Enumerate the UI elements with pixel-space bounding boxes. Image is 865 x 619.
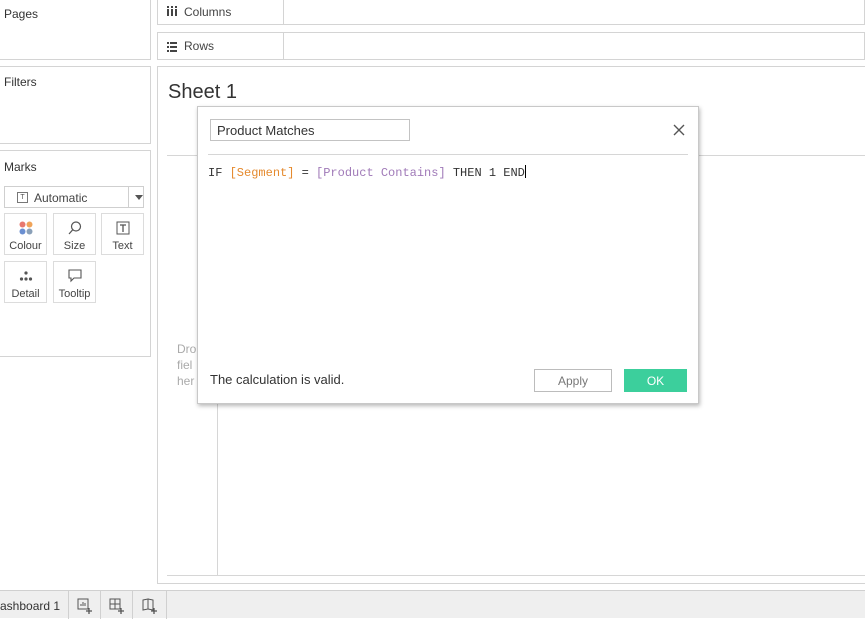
mark-type-label: Automatic xyxy=(34,191,88,205)
calculation-name-input[interactable] xyxy=(210,119,410,141)
rows-divider xyxy=(283,33,284,59)
text-button[interactable]: Text xyxy=(101,213,144,255)
text-box-icon xyxy=(102,220,143,236)
colour-dots-icon xyxy=(5,220,46,236)
formula-then-end: THEN 1 END xyxy=(452,166,525,180)
tab-dashboard[interactable]: ashboard 1 xyxy=(0,591,69,619)
apply-button[interactable]: Apply xyxy=(534,369,612,392)
colour-label: Colour xyxy=(9,240,42,252)
tooltip-label: Tooltip xyxy=(58,288,91,300)
text-cursor xyxy=(524,165,526,178)
formula-editor[interactable]: IF [Segment] = [Product Contains] THEN 1… xyxy=(208,165,688,335)
detail-label: Detail xyxy=(11,288,40,300)
close-icon[interactable] xyxy=(671,122,687,138)
filters-panel[interactable]: Filters xyxy=(0,66,151,144)
pages-title: Pages xyxy=(4,7,39,21)
new-dashboard-button[interactable] xyxy=(100,591,133,619)
detail-dots-icon xyxy=(5,268,46,284)
sheet-tab-bar: ashboard 1 xyxy=(0,590,865,619)
formula-field-segment: [Segment] xyxy=(229,166,295,180)
bottom-divider xyxy=(167,575,865,576)
validation-status: The calculation is valid. xyxy=(210,372,345,387)
rows-shelf[interactable]: Rows xyxy=(157,32,865,60)
detail-button[interactable]: Detail xyxy=(4,261,47,303)
text-mark-icon: T xyxy=(17,192,28,203)
rows-icon xyxy=(166,41,178,56)
rows-label: Rows xyxy=(184,39,215,53)
formula-if: IF xyxy=(208,166,223,180)
pages-panel: Pages xyxy=(0,0,151,60)
dropdown-separator xyxy=(128,187,129,207)
columns-label: Columns xyxy=(184,5,232,19)
new-story-button[interactable] xyxy=(132,591,167,619)
dialog-divider xyxy=(208,154,688,155)
tab-dashboard-label: ashboard 1 xyxy=(0,599,61,613)
colour-button[interactable]: Colour xyxy=(4,213,47,255)
drop-hint-line-2: fiel xyxy=(177,358,193,372)
calculation-dialog: IF [Segment] = [Product Contains] THEN 1… xyxy=(197,106,699,404)
size-label: Size xyxy=(63,240,86,252)
formula-field-product-contains: [Product Contains] xyxy=(316,166,446,180)
tooltip-button[interactable]: Tooltip xyxy=(53,261,96,303)
columns-shelf[interactable]: Columns xyxy=(157,0,865,25)
formula-equals: = xyxy=(301,166,309,180)
text-label: Text xyxy=(112,240,133,252)
size-button[interactable]: Size xyxy=(53,213,96,255)
new-worksheet-button[interactable] xyxy=(68,591,101,619)
marks-title: Marks xyxy=(4,160,37,174)
columns-icon xyxy=(166,5,178,20)
columns-divider xyxy=(283,0,284,24)
new-worksheet-icon xyxy=(77,598,93,617)
sheet-title: Sheet 1 xyxy=(168,81,237,103)
chevron-down-icon[interactable] xyxy=(135,195,143,200)
drop-hint-line-3: her xyxy=(177,374,195,388)
mark-type-dropdown[interactable]: T Automatic xyxy=(4,186,144,208)
new-story-icon xyxy=(142,598,158,617)
tooltip-bubble-icon xyxy=(54,268,95,284)
ok-button[interactable]: OK xyxy=(624,369,687,392)
drop-hint-line-1: Dro xyxy=(177,342,197,356)
new-dashboard-icon xyxy=(109,598,125,617)
filters-title: Filters xyxy=(4,75,37,89)
size-lasso-icon xyxy=(54,220,95,236)
